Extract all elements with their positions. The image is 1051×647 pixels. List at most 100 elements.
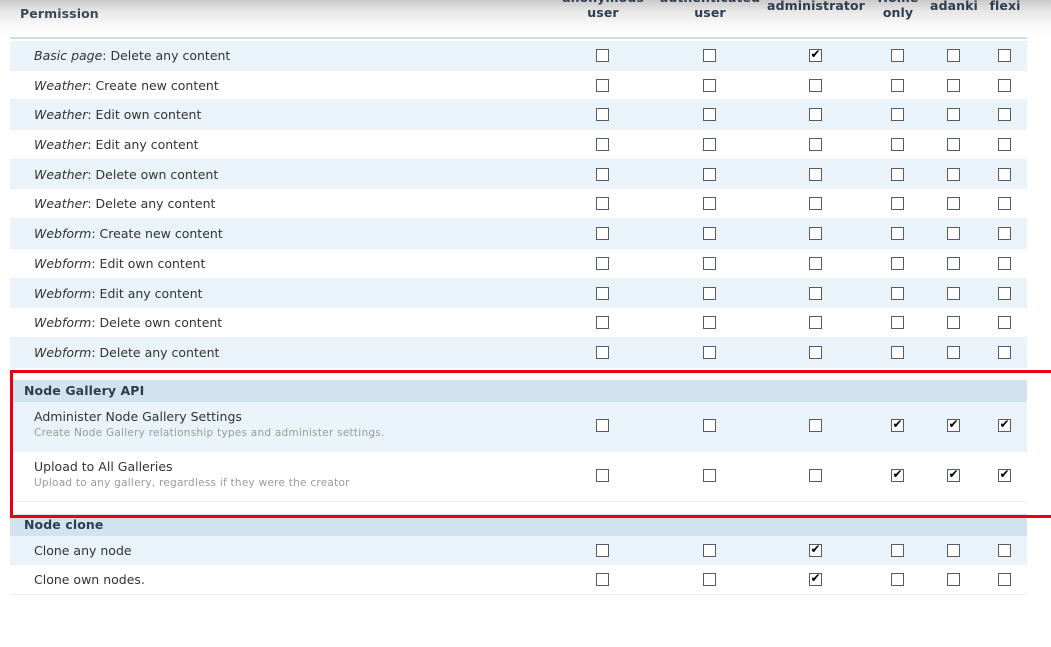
permission-checkbox-home-only[interactable] (891, 108, 904, 122)
permission-checkbox-anonymous-user[interactable] (596, 316, 609, 330)
permission-checkbox-authenticated-user[interactable] (703, 543, 716, 557)
permission-content-type: Webform (34, 285, 92, 301)
permission-checkbox-authenticated-user[interactable] (703, 138, 716, 152)
permission-checkbox-authenticated-user[interactable] (703, 286, 716, 300)
permission-checkbox-anonymous-user[interactable] (596, 345, 609, 359)
table-row: Weather: Delete any content (10, 189, 1027, 220)
permission-checkbox-home-only[interactable] (891, 227, 904, 241)
permission-checkbox-home-only[interactable] (891, 167, 904, 181)
permission-checkbox-anonymous-user[interactable] (596, 138, 609, 152)
permission-checkbox-adanki[interactable] (947, 138, 960, 152)
permission-checkbox-home-only[interactable] (891, 316, 904, 330)
permission-checkbox-adanki[interactable]: ✔ (947, 417, 960, 432)
permission-checkbox-home-only[interactable] (891, 543, 904, 557)
permission-checkbox-flexi[interactable] (998, 227, 1011, 241)
permission-checkbox-adanki[interactable] (947, 573, 960, 587)
permission-checkbox-authenticated-user[interactable] (703, 227, 716, 241)
table-row: Webform: Create new content (10, 219, 1027, 249)
permission-checkbox-authenticated-user[interactable] (703, 108, 716, 122)
permission-checkbox-home-only[interactable] (891, 256, 904, 270)
permission-checkbox-authenticated-user[interactable] (703, 256, 716, 270)
permission-checkbox-home-only[interactable] (891, 49, 904, 62)
permission-checkbox-flexi[interactable] (998, 286, 1011, 300)
permission-checkbox-anonymous-user[interactable] (596, 418, 609, 432)
permission-checkbox-flexi[interactable]: ✔ (998, 417, 1011, 432)
permission-checkbox-flexi[interactable] (998, 345, 1011, 359)
table-row: Weather: Create new content (10, 70, 1027, 101)
permission-checkbox-administrator[interactable] (809, 468, 822, 482)
permission-checkbox-administrator[interactable] (809, 138, 822, 152)
permission-checkbox-flexi[interactable] (998, 543, 1011, 557)
permission-content-type: Weather (34, 137, 88, 153)
permission-checkbox-home-only[interactable] (891, 345, 904, 359)
permission-checkbox-administrator[interactable] (809, 78, 822, 92)
permission-checkbox-adanki[interactable] (947, 49, 960, 62)
permission-checkbox-home-only[interactable] (891, 138, 904, 152)
permission-checkbox-home-only[interactable] (891, 286, 904, 300)
permission-checkbox-adanki[interactable] (947, 197, 960, 211)
permission-label: Webform: Edit any content (34, 286, 203, 301)
permission-checkbox-administrator[interactable]: ✔ (809, 48, 822, 62)
permission-checkbox-administrator[interactable] (809, 167, 822, 181)
permission-checkbox-anonymous-user[interactable] (596, 286, 609, 300)
permission-checkbox-administrator[interactable] (809, 286, 822, 300)
permission-checkbox-flexi[interactable]: ✔ (998, 467, 1011, 482)
permission-label: Administer Node Gallery Settings (34, 409, 242, 424)
permission-checkbox-authenticated-user[interactable] (703, 573, 716, 587)
permission-checkbox-anonymous-user[interactable] (596, 256, 609, 270)
permission-checkbox-home-only[interactable] (891, 573, 904, 587)
permission-checkbox-anonymous-user[interactable] (596, 49, 609, 62)
permission-checkbox-anonymous-user[interactable] (596, 108, 609, 122)
permission-checkbox-administrator[interactable] (809, 316, 822, 330)
permission-checkbox-adanki[interactable] (947, 167, 960, 181)
permission-checkbox-authenticated-user[interactable] (703, 316, 716, 330)
permission-checkbox-flexi[interactable] (998, 167, 1011, 181)
permission-checkbox-authenticated-user[interactable] (703, 167, 716, 181)
permission-checkbox-home-only[interactable]: ✔ (891, 417, 904, 432)
permission-checkbox-flexi[interactable] (998, 573, 1011, 587)
permission-checkbox-adanki[interactable] (947, 543, 960, 557)
permission-checkbox-anonymous-user[interactable] (596, 167, 609, 181)
permission-checkbox-administrator[interactable]: ✔ (809, 572, 822, 587)
permission-checkbox-adanki[interactable] (947, 227, 960, 241)
permission-checkbox-home-only[interactable] (891, 78, 904, 92)
permission-checkbox-flexi[interactable] (998, 316, 1011, 330)
permission-checkbox-anonymous-user[interactable] (596, 227, 609, 241)
permission-checkbox-adanki[interactable] (947, 256, 960, 270)
permission-checkbox-adanki[interactable] (947, 78, 960, 92)
permission-checkbox-authenticated-user[interactable] (703, 418, 716, 432)
permission-label: Clone own nodes. (34, 572, 145, 587)
permission-checkbox-flexi[interactable] (998, 78, 1011, 92)
permission-checkbox-adanki[interactable]: ✔ (947, 467, 960, 482)
permission-checkbox-administrator[interactable] (809, 345, 822, 359)
permission-checkbox-adanki[interactable] (947, 345, 960, 359)
permission-checkbox-administrator[interactable] (809, 108, 822, 122)
permission-checkbox-home-only[interactable]: ✔ (891, 467, 904, 482)
permission-checkbox-anonymous-user[interactable] (596, 543, 609, 557)
permission-checkbox-anonymous-user[interactable] (596, 468, 609, 482)
permission-checkbox-authenticated-user[interactable] (703, 197, 716, 211)
section-header-node-clone: Node clone (10, 513, 1027, 536)
permission-checkbox-administrator[interactable] (809, 256, 822, 270)
permission-checkbox-authenticated-user[interactable] (703, 468, 716, 482)
permission-checkbox-adanki[interactable] (947, 316, 960, 330)
permission-checkbox-flexi[interactable] (998, 197, 1011, 211)
permission-checkbox-home-only[interactable] (891, 197, 904, 211)
permission-checkbox-adanki[interactable] (947, 108, 960, 122)
permission-checkbox-flexi[interactable] (998, 256, 1011, 270)
permission-checkbox-anonymous-user[interactable] (596, 78, 609, 92)
permission-checkbox-administrator[interactable] (809, 227, 822, 241)
permission-checkbox-administrator[interactable] (809, 197, 822, 211)
permission-checkbox-authenticated-user[interactable] (703, 345, 716, 359)
permission-checkbox-flexi[interactable] (998, 49, 1011, 62)
permission-checkbox-flexi[interactable] (998, 138, 1011, 152)
permission-checkbox-administrator[interactable] (809, 418, 822, 432)
permission-checkbox-anonymous-user[interactable] (596, 197, 609, 211)
permission-checkbox-adanki[interactable] (947, 286, 960, 300)
permission-action: : Delete any content (102, 48, 231, 63)
permission-checkbox-authenticated-user[interactable] (703, 49, 716, 62)
permission-checkbox-flexi[interactable] (998, 108, 1011, 122)
permission-checkbox-anonymous-user[interactable] (596, 573, 609, 587)
permission-checkbox-administrator[interactable]: ✔ (809, 542, 822, 557)
permission-checkbox-authenticated-user[interactable] (703, 78, 716, 92)
